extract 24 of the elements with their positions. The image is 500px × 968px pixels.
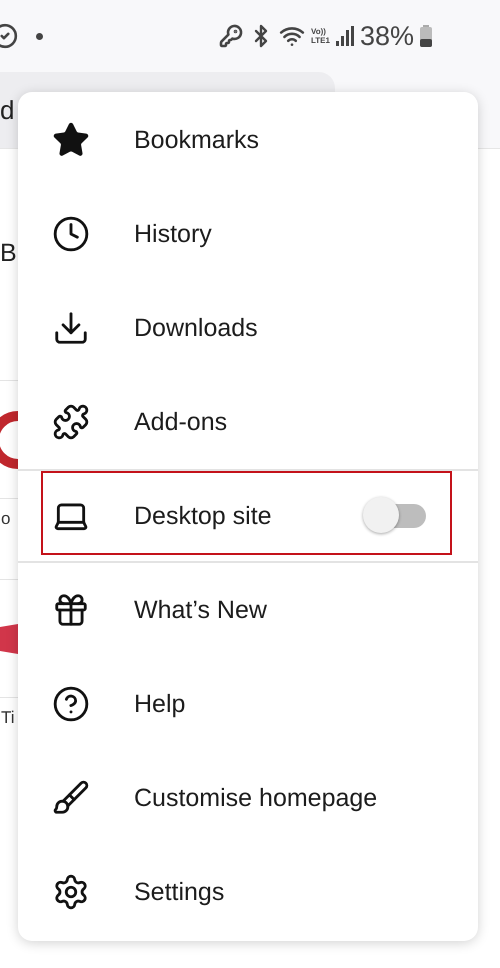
key-icon bbox=[218, 24, 243, 48]
ring-logo-icon bbox=[0, 410, 18, 468]
toggle-switch[interactable] bbox=[362, 497, 428, 535]
page-heading: B bbox=[0, 239, 17, 268]
desktop-site-toggle-row[interactable]: Desktop site bbox=[18, 469, 478, 563]
puzzle-icon bbox=[52, 403, 90, 441]
shortcut-label: Ti bbox=[1, 708, 15, 728]
menu-item[interactable]: Add-ons bbox=[18, 375, 478, 469]
shortcut-label: o bbox=[1, 509, 10, 529]
menu-item[interactable]: Help bbox=[18, 657, 478, 751]
star-icon bbox=[52, 121, 90, 159]
menu-item[interactable]: History bbox=[18, 187, 478, 281]
battery-percentage: 38% bbox=[360, 20, 414, 52]
menu-item[interactable]: Settings bbox=[18, 845, 478, 939]
menu-item[interactable]: Bookmarks bbox=[18, 93, 478, 187]
menu-item[interactable]: Downloads bbox=[18, 281, 478, 375]
menu-item[interactable]: Customise homepage bbox=[18, 751, 478, 845]
battery-icon bbox=[420, 25, 432, 47]
clock-icon bbox=[52, 215, 90, 253]
signal-icon bbox=[336, 26, 354, 46]
menu-item[interactable]: What’s New bbox=[18, 563, 478, 657]
notification-dot-icon bbox=[36, 32, 43, 40]
help-icon bbox=[52, 685, 90, 723]
network-type: Vo)) LTE1 bbox=[310, 27, 330, 45]
